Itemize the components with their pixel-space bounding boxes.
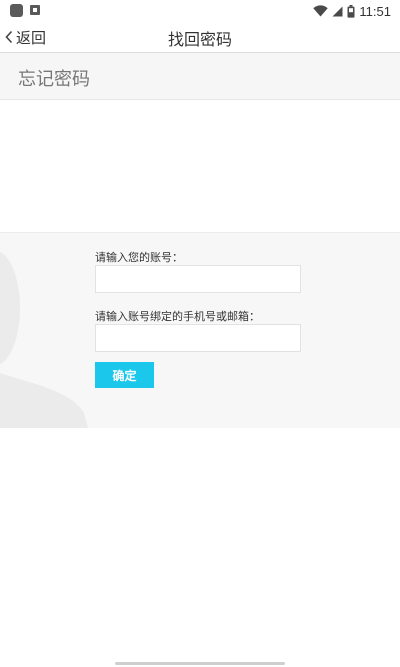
contact-input[interactable] (95, 324, 301, 352)
account-input[interactable] (95, 265, 301, 293)
status-bar: 11:51 (0, 0, 400, 22)
page-title: 找回密码 (167, 30, 232, 49)
section-header: 忘记密码 (0, 53, 400, 100)
home-indicator (115, 662, 285, 665)
section-title: 忘记密码 (18, 69, 90, 90)
wifi-icon (313, 5, 329, 17)
status-bar-right: 11:51 (313, 2, 391, 20)
battery-icon (347, 4, 355, 18)
form-panel: 请输入您的账号： 请输入账号绑定的手机号或邮箱： 确定 (0, 232, 400, 428)
accessibility-icon (30, 5, 40, 15)
signal-icon (332, 6, 343, 16)
notification-icon (10, 4, 23, 17)
account-label: 请输入您的账号： (95, 251, 183, 264)
nav-bar: 返回 找回密码 (0, 22, 400, 53)
user-silhouette-icon (0, 251, 88, 428)
contact-label: 请输入账号绑定的手机号或邮箱： (95, 310, 260, 323)
status-time: 11:51 (359, 3, 391, 19)
confirm-button[interactable]: 确定 (95, 362, 154, 388)
